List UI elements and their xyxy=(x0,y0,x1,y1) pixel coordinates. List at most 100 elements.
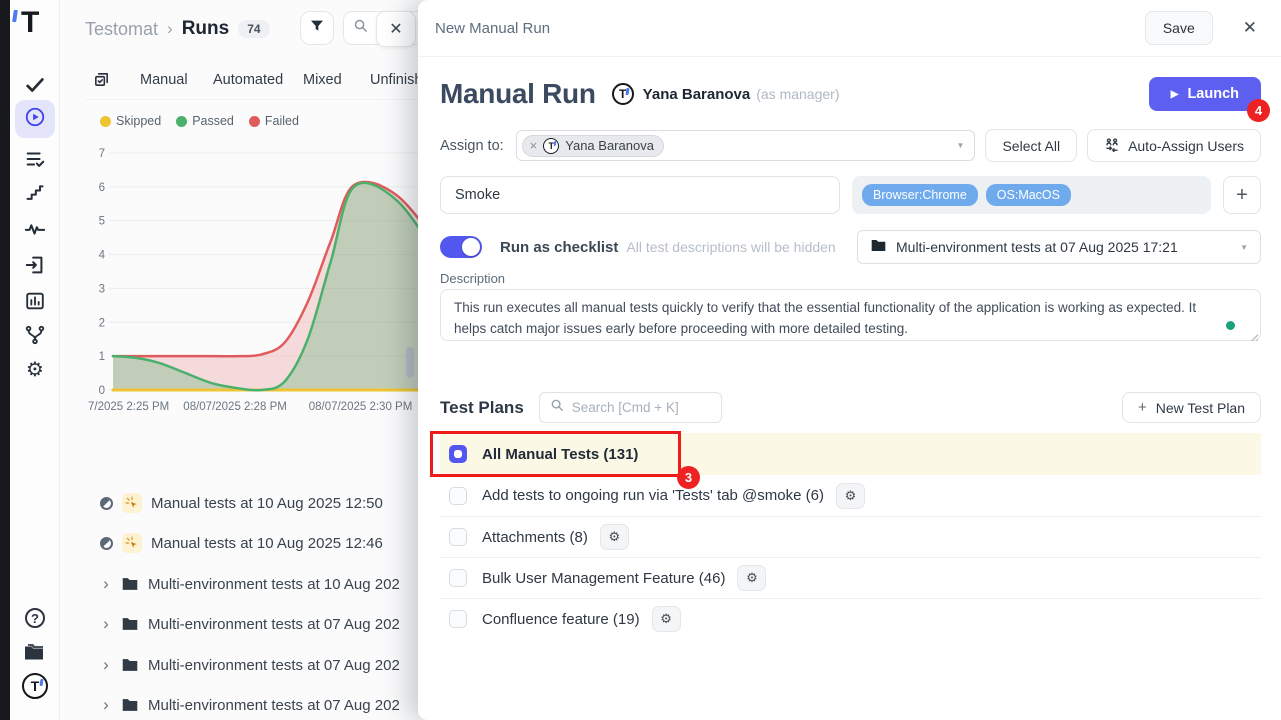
close-icon[interactable]: ✕ xyxy=(1243,18,1257,38)
description-wrap: This run executes all manual tests quick… xyxy=(440,289,1261,346)
test-plan-row[interactable]: Add tests to ongoing run via 'Tests' tab… xyxy=(440,475,1261,516)
test-plan-row-all-manual[interactable]: All Manual Tests (131) xyxy=(440,433,1261,475)
search-icon xyxy=(353,18,368,38)
checkbox-checked[interactable] xyxy=(449,445,467,463)
sidebar-item-activity[interactable] xyxy=(21,215,49,243)
assign-label: Assign to: xyxy=(440,138,504,154)
sidebar-item-tests[interactable] xyxy=(21,71,49,99)
tag-browser-chrome[interactable]: Browser:Chrome xyxy=(862,184,978,206)
assignee-select[interactable]: × T Yana Baranova ▼ xyxy=(516,130,976,161)
sidebar-item-milestones[interactable] xyxy=(21,179,49,207)
run-title: Multi-environment tests at 07 Aug 202 xyxy=(148,616,400,633)
sidebar-user-avatar[interactable]: T xyxy=(21,672,49,700)
auto-assign-button[interactable]: Auto-Assign Users xyxy=(1087,129,1261,162)
svg-text:4: 4 xyxy=(99,250,106,262)
parent-folder-select[interactable]: Multi-environment tests at 07 Aug 2025 1… xyxy=(857,230,1261,264)
tags-box[interactable]: Browser:Chrome OS:MacOS xyxy=(852,176,1211,214)
folder-icon xyxy=(121,697,139,713)
branch-icon xyxy=(24,324,46,346)
run-list-item[interactable]: › Multi-environment tests at 07 Aug 202 xyxy=(100,692,400,718)
run-as-checklist-toggle[interactable] xyxy=(440,236,482,258)
test-plan-row[interactable]: Confluence feature (19) ⚙ xyxy=(440,598,1261,639)
sidebar-item-settings[interactable]: ⚙ xyxy=(21,356,49,384)
sidebar-item-test-plans[interactable] xyxy=(21,145,49,173)
checkbox-unchecked[interactable] xyxy=(449,487,467,505)
tab-mixed[interactable]: Mixed xyxy=(303,72,342,88)
people-arrows-icon xyxy=(1104,137,1120,155)
run-title: Manual tests at 10 Aug 2025 12:50 xyxy=(151,495,383,512)
sidebar-item-help[interactable]: ? xyxy=(21,604,49,632)
checkbox-unchecked[interactable] xyxy=(449,528,467,546)
sidebar-item-runs[interactable] xyxy=(15,100,55,138)
test-plan-row[interactable]: Attachments (8) ⚙ xyxy=(440,516,1261,557)
clear-search-button[interactable]: ✕ xyxy=(376,11,416,47)
tab-unfinished[interactable]: Unfinished xyxy=(370,72,418,88)
folder-icon xyxy=(121,657,139,673)
chart-legend: Skipped Passed Failed xyxy=(100,114,299,128)
run-list-item[interactable]: › Multi-environment tests at 07 Aug 202 xyxy=(100,611,400,637)
chevron-right-icon[interactable]: › xyxy=(100,695,112,715)
remove-assignee-icon[interactable]: × xyxy=(530,138,538,153)
runs-page: Testomat › Runs 74 ✕ Manual Automated Mi… xyxy=(60,0,418,720)
funnel-icon xyxy=(309,18,325,39)
chevron-right-icon[interactable]: › xyxy=(100,614,112,634)
gear-icon: ⚙ xyxy=(746,570,758,586)
run-title: Multi-environment tests at 10 Aug 202 xyxy=(148,576,400,593)
tab-manual[interactable]: Manual xyxy=(140,72,188,88)
checkbox-unchecked[interactable] xyxy=(449,569,467,587)
save-button[interactable]: Save xyxy=(1145,11,1213,45)
run-list-item[interactable]: › Multi-environment tests at 10 Aug 202 xyxy=(100,571,400,597)
run-list-item[interactable]: Manual tests at 10 Aug 2025 12:46 xyxy=(100,530,383,556)
plan-settings-button[interactable]: ⚙ xyxy=(652,606,681,632)
select-runs-icon[interactable] xyxy=(93,71,110,93)
run-name-input[interactable] xyxy=(440,176,840,214)
testomat-logo[interactable]: T xyxy=(21,8,39,38)
select-all-button[interactable]: Select All xyxy=(985,129,1077,162)
folder-icon xyxy=(121,576,139,592)
add-tag-button[interactable]: + xyxy=(1223,176,1261,214)
plan-settings-button[interactable]: ⚙ xyxy=(836,483,865,509)
x-tick-label: 7/2025 2:25 PM xyxy=(88,401,169,413)
run-list-item[interactable]: › Multi-environment tests at 07 Aug 202 xyxy=(100,652,400,678)
scrollbar-thumb[interactable] xyxy=(406,347,414,378)
pulse-icon xyxy=(24,218,46,240)
test-plans-search[interactable] xyxy=(539,392,722,423)
runs-count-badge: 74 xyxy=(238,20,269,38)
sidebar-item-projects[interactable] xyxy=(21,639,49,667)
bar-chart-icon xyxy=(24,290,46,312)
plan-settings-button[interactable]: ⚙ xyxy=(737,565,766,591)
breadcrumb-separator: › xyxy=(167,19,173,39)
sidebar-item-import[interactable] xyxy=(21,251,49,279)
checklist-row: Run as checklist All test descriptions w… xyxy=(440,230,1261,264)
test-plan-label: Bulk User Management Feature (46) xyxy=(482,570,725,587)
plan-settings-button[interactable]: ⚙ xyxy=(600,524,629,550)
launch-button[interactable]: ▶ Launch xyxy=(1149,77,1261,111)
assignee-tag[interactable]: × T Yana Baranova xyxy=(522,135,664,157)
tag-os-macos[interactable]: OS:MacOS xyxy=(986,184,1071,206)
breadcrumb-workspace[interactable]: Testomat xyxy=(85,19,158,40)
chevron-right-icon[interactable]: › xyxy=(100,574,112,594)
folder-select-value: Multi-environment tests at 07 Aug 2025 1… xyxy=(896,239,1178,255)
run-title-row: Manual Run T Yana Baranova (as manager) … xyxy=(440,73,1261,115)
chevron-right-icon[interactable]: › xyxy=(100,655,112,675)
failed-dot xyxy=(249,116,260,127)
new-test-plan-button[interactable]: + New Test Plan xyxy=(1122,392,1261,423)
folder-icon xyxy=(23,642,47,664)
sidebar-item-reports[interactable] xyxy=(21,287,49,315)
sidebar-item-branches[interactable] xyxy=(21,321,49,349)
filter-button[interactable] xyxy=(300,11,334,45)
manager-name: Yana Baranova xyxy=(643,86,751,103)
breadcrumb: Testomat › Runs 74 xyxy=(85,12,270,46)
checkbox-unchecked[interactable] xyxy=(449,610,467,628)
runs-search[interactable]: ✕ xyxy=(343,11,418,45)
description-textarea[interactable]: This run executes all manual tests quick… xyxy=(440,289,1261,341)
tab-automated[interactable]: Automated xyxy=(213,72,283,88)
test-plans-search-input[interactable] xyxy=(572,400,702,415)
test-plan-label: All Manual Tests (131) xyxy=(482,446,638,463)
test-plan-row[interactable]: Bulk User Management Feature (46) ⚙ xyxy=(440,557,1261,598)
test-plans-list: All Manual Tests (131) 3 Add tests to on… xyxy=(440,433,1261,639)
run-list-item[interactable]: Manual tests at 10 Aug 2025 12:50 xyxy=(100,490,383,516)
manager-avatar: T xyxy=(612,83,634,105)
legend-label: Failed xyxy=(265,114,299,128)
test-plan-label: Confluence feature (19) xyxy=(482,611,640,628)
